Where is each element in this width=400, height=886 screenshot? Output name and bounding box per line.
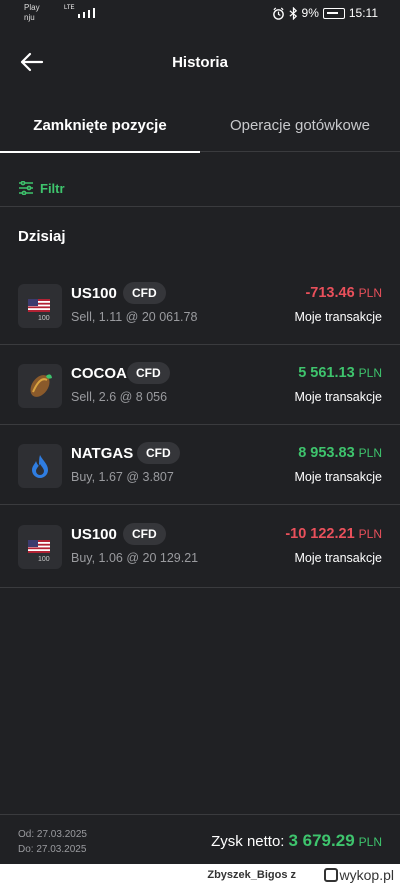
- position-details: Buy, 1.06 @ 20 129.21: [71, 551, 199, 565]
- cfd-badge: CFD: [137, 442, 180, 464]
- cfd-badge: CFD: [123, 523, 166, 545]
- position-pnl: 5 561.13 PLN: [298, 365, 382, 381]
- position-pnl: -713.46 PLN: [305, 285, 382, 301]
- cocoa-icon: [18, 364, 62, 408]
- net-profit-value: 3 679.29: [288, 831, 355, 850]
- index-tag: 100: [38, 315, 50, 322]
- sliders-icon: [19, 181, 33, 195]
- position-details: Buy, 1.67 @ 3.807: [71, 470, 174, 484]
- date-to: Do: 27.03.2025: [18, 844, 87, 855]
- page-title: Historia: [172, 54, 228, 71]
- position-row[interactable]: 100 US100 CFD Sell, 1.11 @ 20 061.78 -71…: [0, 265, 400, 345]
- status-bar: Play nju LTE 9% 15:11: [0, 0, 400, 28]
- gas-flame-icon: [18, 444, 62, 488]
- battery-percent: 9%: [301, 6, 319, 20]
- carrier-label: Play nju: [24, 3, 40, 22]
- my-transactions-link[interactable]: Moje transakcje: [294, 551, 382, 565]
- net-profit-currency: PLN: [358, 835, 382, 849]
- cfd-badge: CFD: [123, 282, 166, 304]
- status-right: 9% 15:11: [272, 6, 378, 20]
- position-details: Sell, 2.6 @ 8 056: [71, 390, 168, 404]
- position-symbol: COCOA: [71, 365, 127, 382]
- date-range: Od: 27.03.2025 Do: 27.03.2025: [18, 827, 87, 857]
- clock: 15:11: [348, 6, 378, 20]
- position-symbol: US100: [71, 526, 117, 543]
- bluetooth-icon: [289, 6, 297, 20]
- filter-button[interactable]: Filtr: [18, 176, 65, 200]
- position-symbol: NATGAS: [71, 445, 134, 462]
- section-title: Dzisiaj: [18, 228, 66, 245]
- us-flag-icon: 100: [18, 525, 62, 569]
- alarm-icon: [272, 7, 284, 20]
- my-transactions-link[interactable]: Moje transakcje: [294, 310, 382, 324]
- net-profit: Zysk netto: 3 679.29 PLN: [211, 831, 382, 851]
- cfd-badge: CFD: [127, 362, 170, 384]
- us-flag-icon: 100: [18, 284, 62, 328]
- index-tag: 100: [38, 556, 50, 563]
- summary-footer: Od: 27.03.2025 Do: 27.03.2025 Zysk netto…: [0, 814, 400, 864]
- app-bar: Historia: [0, 40, 400, 86]
- wykop-logo: wykop.pl: [323, 867, 394, 883]
- position-row[interactable]: 100 US100 CFD Buy, 1.06 @ 20 129.21 -10 …: [0, 506, 400, 588]
- filter-label: Filtr: [40, 180, 65, 196]
- tab-closed-positions[interactable]: Zamknięte pozycje: [0, 100, 200, 153]
- watermark-user: Zbyszek_Bigos z: [207, 869, 296, 881]
- watermark-bar: Zbyszek_Bigos z wykop.pl: [0, 864, 400, 886]
- position-row[interactable]: COCOA CFD Sell, 2.6 @ 8 056 5 561.13 PLN …: [0, 345, 400, 425]
- tab-bar: Zamknięte pozycje Operacje gotówkowe: [0, 100, 400, 153]
- wykop-logo-icon: [323, 868, 338, 882]
- battery-icon: [322, 7, 345, 19]
- position-symbol: US100: [71, 285, 117, 302]
- my-transactions-link[interactable]: Moje transakcje: [294, 390, 382, 404]
- date-from: Od: 27.03.2025: [18, 829, 87, 840]
- position-row[interactable]: NATGAS CFD Buy, 1.67 @ 3.807 8 953.83 PLN…: [0, 425, 400, 505]
- signal-icon: [78, 8, 95, 18]
- net-profit-label: Zysk netto:: [211, 833, 285, 850]
- my-transactions-link[interactable]: Moje transakcje: [294, 470, 382, 484]
- position-pnl: 8 953.83 PLN: [298, 445, 382, 461]
- network-type: LTE: [64, 5, 75, 11]
- position-details: Sell, 1.11 @ 20 061.78: [71, 310, 198, 324]
- tab-cash-operations[interactable]: Operacje gotówkowe: [200, 100, 400, 152]
- position-pnl: -10 122.21 PLN: [285, 526, 382, 542]
- divider: [0, 206, 400, 207]
